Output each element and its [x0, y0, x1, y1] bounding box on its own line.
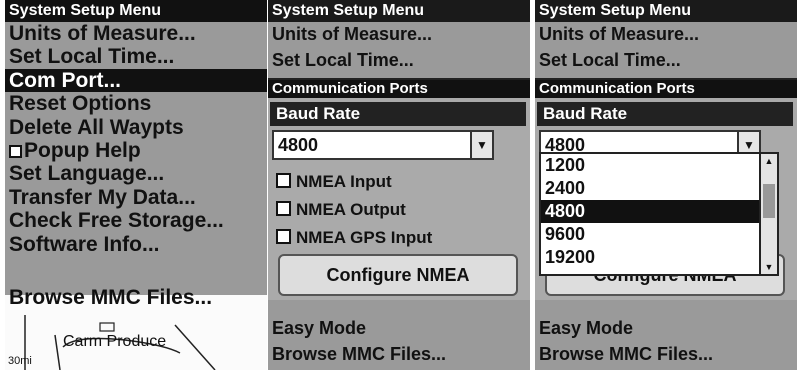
scroll-down-icon[interactable]: ▼ — [761, 260, 777, 274]
menu-title: System Setup Menu — [5, 0, 267, 22]
menu-item-browse-mmc[interactable]: Browse MMC Files... — [268, 344, 530, 365]
checkbox-icon — [9, 144, 22, 158]
menu-item-easy-mode[interactable]: Easy Mode — [268, 318, 530, 339]
scroll-thumb[interactable] — [763, 184, 775, 218]
com-ports-dropdown-screen: System Setup Menu Units of Measure... Se… — [535, 0, 797, 370]
dropdown-arrow-icon[interactable]: ▼ — [470, 132, 492, 158]
dialog-title: Communication Ports — [535, 80, 797, 98]
configure-nmea-button[interactable]: Configure NMEA — [278, 254, 518, 296]
menu-title: System Setup Menu — [535, 0, 797, 22]
baud-option[interactable]: 2400 — [541, 177, 777, 200]
map-view: Browse MMC Files... Carm Produce 30mi — [5, 287, 267, 370]
dialog-title: Communication Ports — [268, 80, 530, 98]
checkbox-icon — [276, 201, 291, 216]
map-scale: 30mi — [8, 355, 32, 367]
menu-item-popup-help[interactable]: Popup Help — [5, 139, 267, 162]
baud-option[interactable]: 1200 — [541, 154, 777, 177]
menu-item-easy-mode[interactable]: Easy Mode — [535, 318, 797, 339]
menu-item-local-time[interactable]: Set Local Time... — [268, 50, 530, 71]
baud-rate-options-list[interactable]: 1200 2400 4800 9600 19200 ▲ ▼ — [539, 152, 779, 276]
menu-title: System Setup Menu — [268, 0, 530, 22]
menu-item-transfer[interactable]: Transfer My Data... — [5, 186, 267, 209]
menu-item-browse-mmc[interactable]: Browse MMC Files... — [535, 344, 797, 365]
baud-option[interactable]: 19200 — [541, 246, 777, 269]
menu-item-local-time[interactable]: Set Local Time... — [5, 45, 267, 68]
menu-item-label: Popup Help — [24, 138, 141, 162]
nmea-output-checkbox[interactable]: NMEA Output — [276, 200, 406, 220]
menu-item-com-port[interactable]: Com Port... — [5, 68, 267, 93]
system-setup-menu-screen: System Setup Menu Units of Measure... Se… — [5, 0, 267, 370]
system-setup-menu: Units of Measure... Set Local Time... Co… — [5, 22, 267, 256]
nmea-input-checkbox[interactable]: NMEA Input — [276, 172, 392, 192]
menu-item-units[interactable]: Units of Measure... — [268, 24, 530, 45]
baud-rate-label: Baud Rate — [270, 102, 526, 126]
menu-item-language[interactable]: Set Language... — [5, 162, 267, 185]
checkbox-label: NMEA Output — [296, 200, 406, 219]
checkbox-icon — [276, 173, 291, 188]
scroll-up-icon[interactable]: ▲ — [761, 154, 777, 168]
menu-item-reset-options[interactable]: Reset Options — [5, 92, 267, 115]
checkbox-icon — [276, 229, 291, 244]
baud-rate-value: 4800 — [278, 135, 319, 155]
menu-item-units[interactable]: Units of Measure... — [535, 24, 797, 45]
menu-item-storage[interactable]: Check Free Storage... — [5, 209, 267, 232]
communication-ports-dialog: Communication Ports Baud Rate 4800 ▼ NME… — [268, 78, 530, 300]
baud-option-selected[interactable]: 4800 — [541, 200, 777, 223]
menu-item-software-info[interactable]: Software Info... — [5, 233, 267, 256]
baud-option[interactable]: 9600 — [541, 223, 777, 246]
checkbox-label: NMEA GPS Input — [296, 228, 433, 247]
checkbox-label: NMEA Input — [296, 172, 392, 191]
baud-rate-select[interactable]: 4800 ▼ — [272, 130, 494, 160]
menu-item-local-time[interactable]: Set Local Time... — [535, 50, 797, 71]
nmea-gps-input-checkbox[interactable]: NMEA GPS Input — [276, 228, 432, 248]
list-scrollbar[interactable]: ▲ ▼ — [759, 154, 777, 274]
baud-rate-label: Baud Rate — [537, 102, 793, 126]
menu-item-units[interactable]: Units of Measure... — [5, 22, 267, 45]
map-place-label: Carm Produce — [63, 333, 167, 350]
menu-item-delete-waypts[interactable]: Delete All Waypts — [5, 116, 267, 139]
com-ports-screen: System Setup Menu Units of Measure... Se… — [268, 0, 530, 370]
